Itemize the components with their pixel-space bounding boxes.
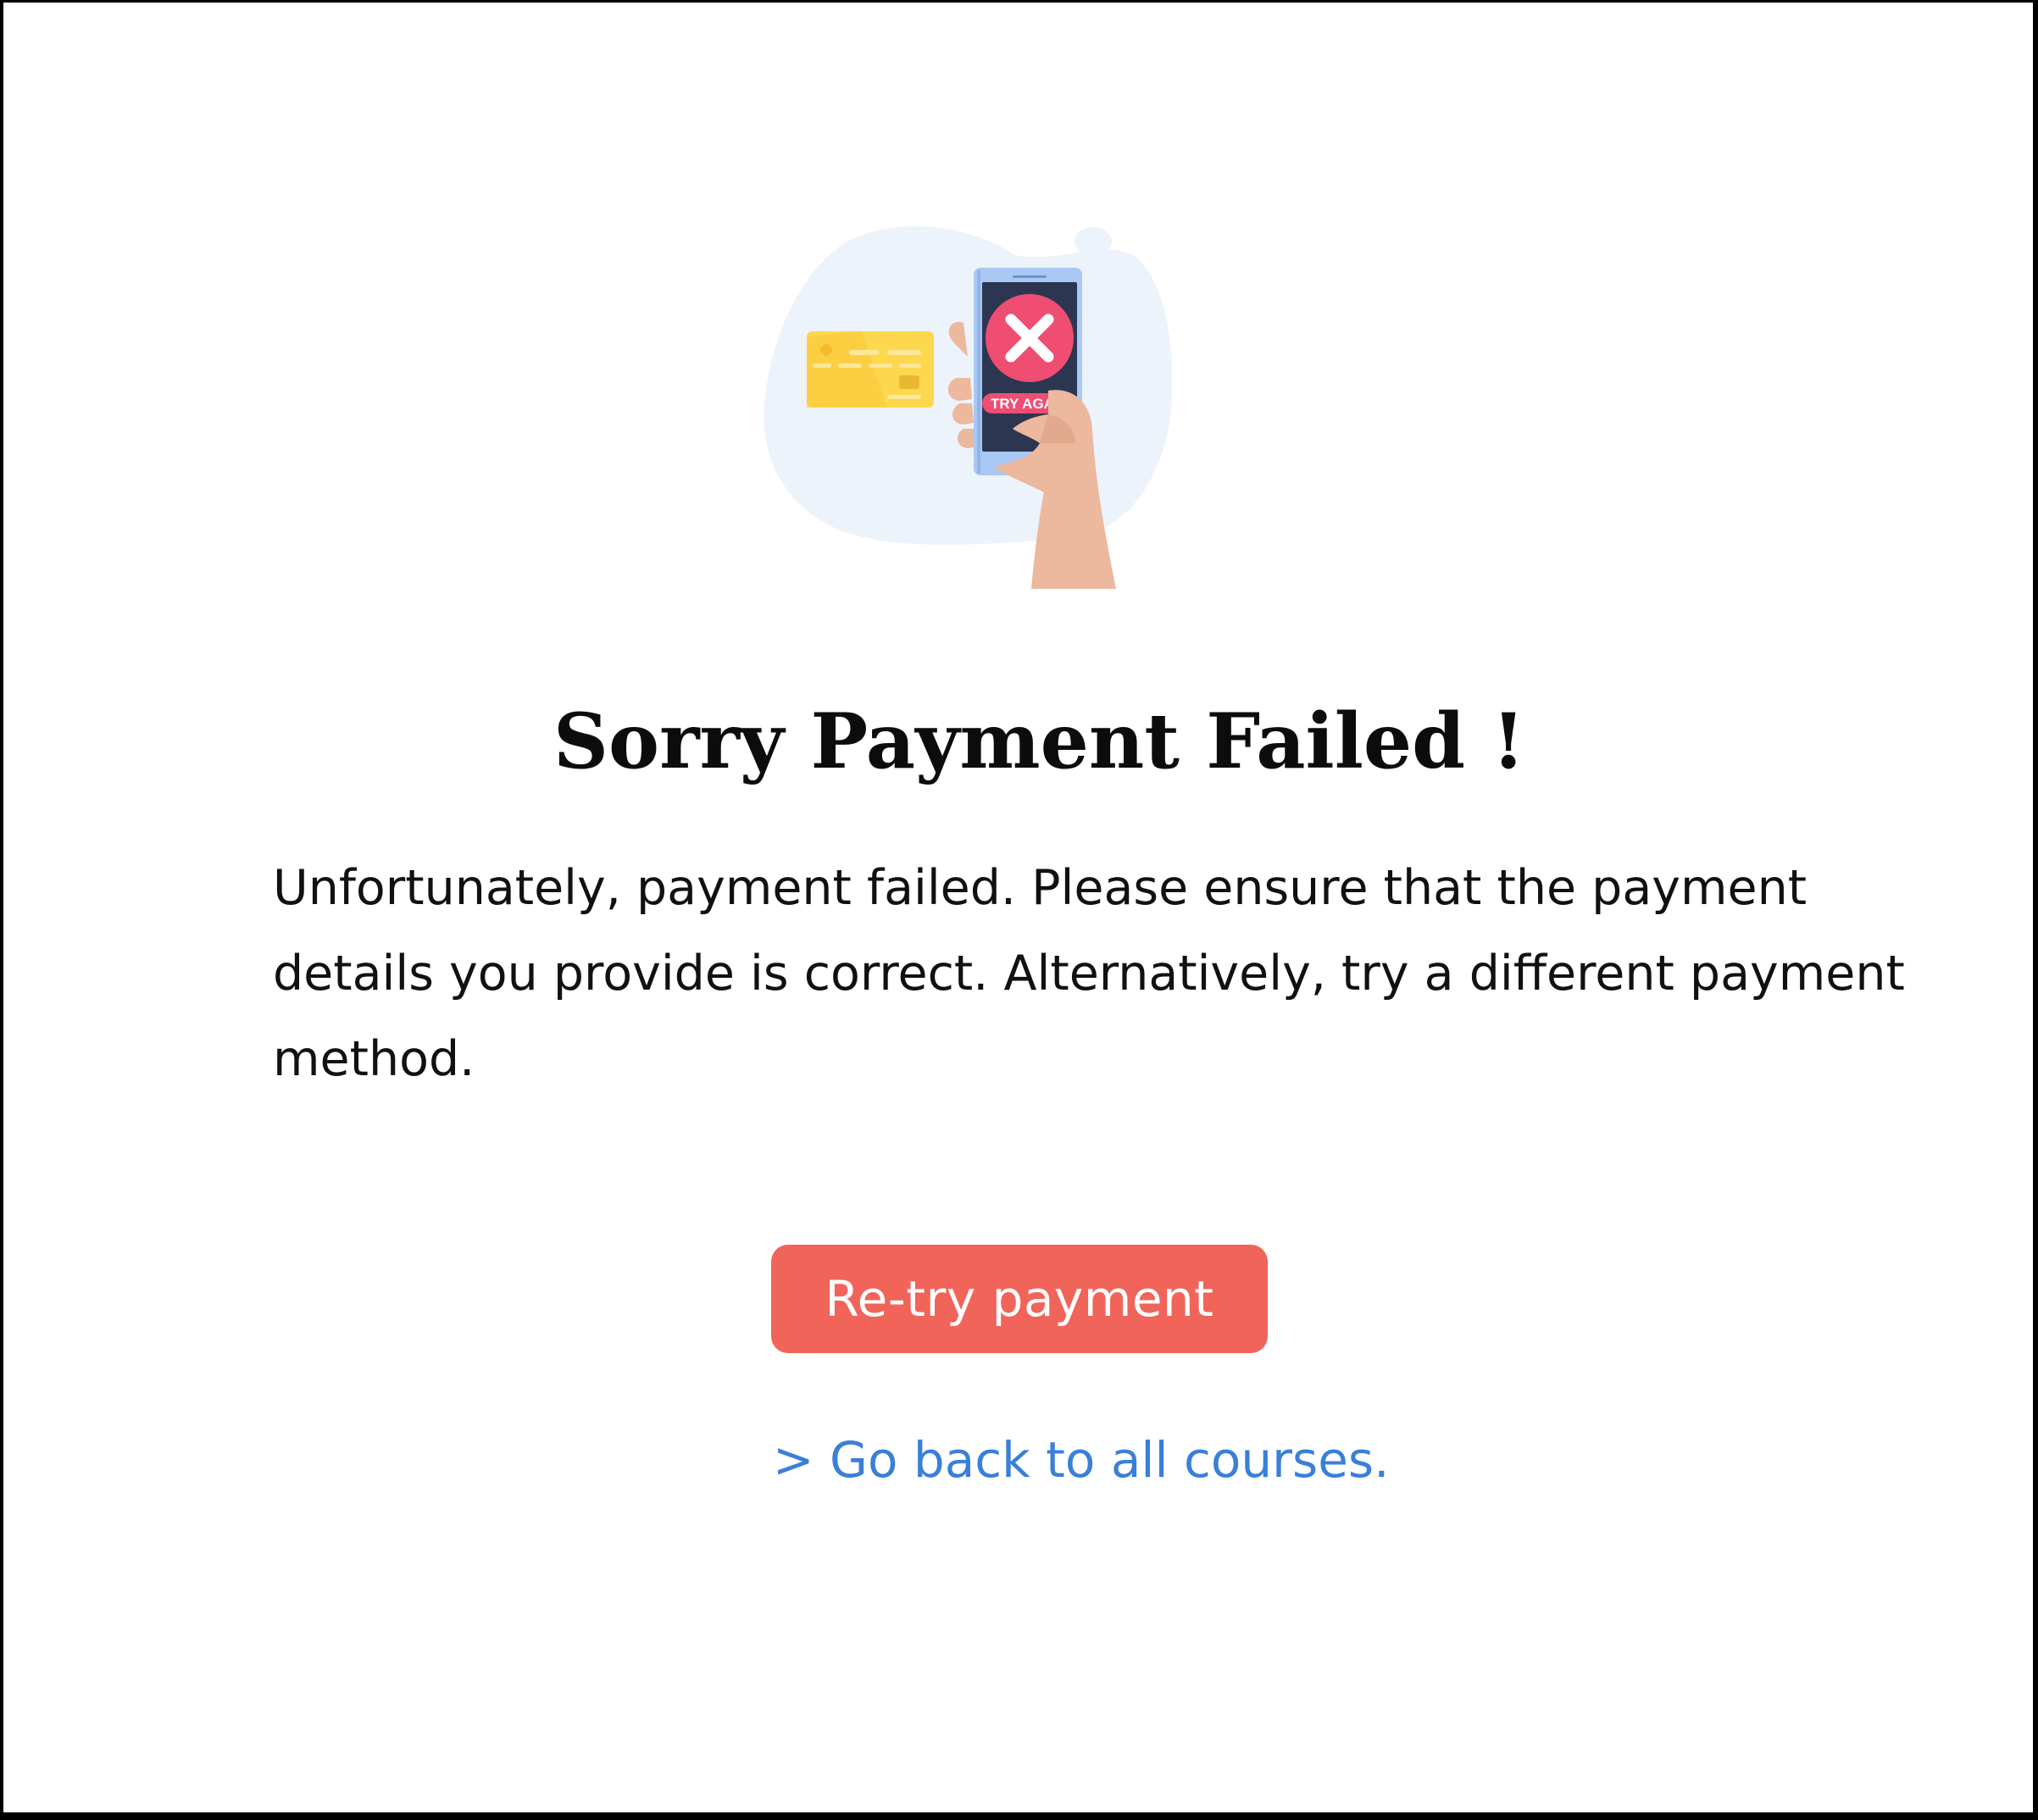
credit-card-icon: [807, 331, 934, 408]
payment-failed-illustration: TRY AGAIN: [764, 226, 1173, 589]
payment-failed-panel: TRY AGAIN Sorry Payment Failed ! Unfortu…: [3, 3, 2033, 1812]
retry-payment-button[interactable]: Re-try payment: [771, 1245, 1268, 1353]
window-frame: TRY AGAIN Sorry Payment Failed ! Unfortu…: [0, 0, 2038, 1820]
page-title: Sorry Payment Failed !: [553, 696, 1525, 786]
error-message: Unfortunately, payment failed. Please en…: [273, 860, 1905, 1087]
blob-dot: [1075, 227, 1112, 256]
back-to-courses-link[interactable]: > Go back to all courses.: [773, 1426, 1390, 1494]
